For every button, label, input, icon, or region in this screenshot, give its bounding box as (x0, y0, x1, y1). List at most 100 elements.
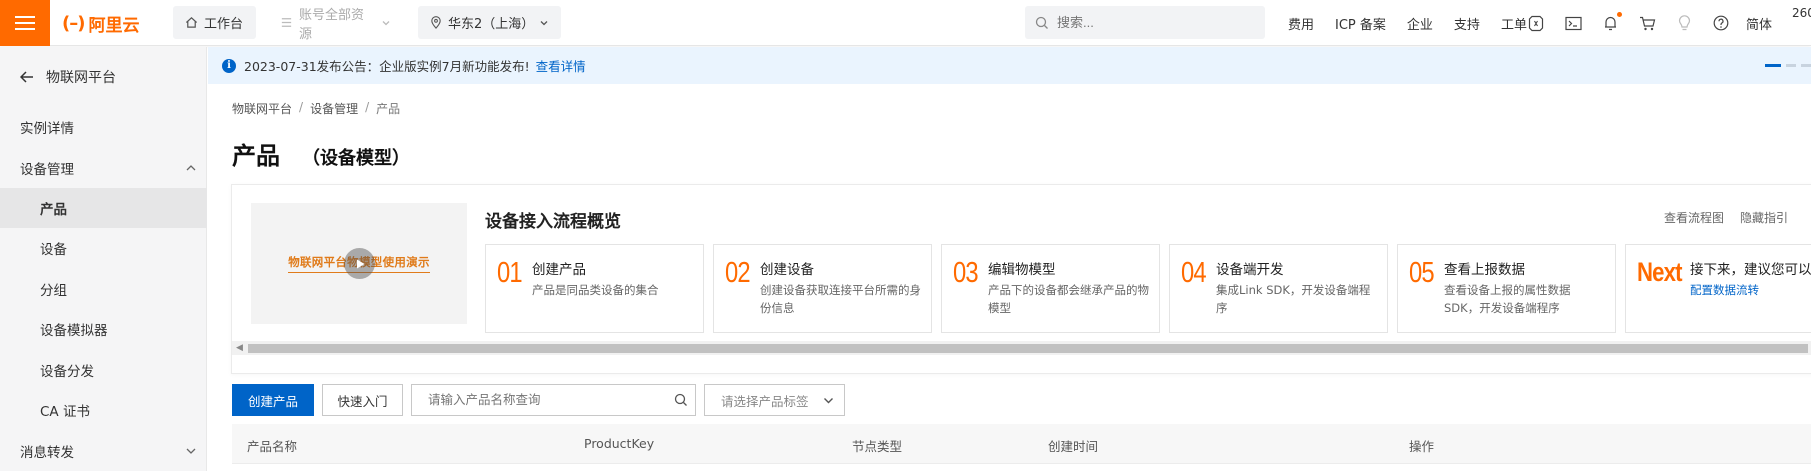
breadcrumb-iot-platform[interactable]: 物联网平台 (232, 100, 292, 117)
configure-data-forwarding-link[interactable]: 配置数据流转 (1690, 283, 1759, 297)
announcement-text: 2023-07-31发布公告：企业版实例7月新功能发布! (244, 59, 530, 74)
resource-scope-select[interactable]: 账号全部资源 (268, 6, 403, 42)
location-pin-icon (431, 16, 441, 29)
carousel-dot[interactable] (1786, 64, 1796, 67)
sidebar-item-message-forwarding[interactable]: 消息转发 (0, 431, 207, 471)
breadcrumb-separator: / (365, 100, 370, 114)
workbench-label: 工作台 (204, 17, 244, 32)
notification-bell-icon[interactable] (1601, 12, 1622, 32)
icp-filing-link[interactable]: ICP 备案 (1335, 14, 1386, 33)
arrow-left-icon (20, 71, 33, 83)
step-number: 05 (1409, 257, 1435, 289)
lightbulb-icon[interactable] (1675, 14, 1693, 32)
step-next[interactable]: Next 接下来，建议您可以 配置数据流转 (1625, 244, 1811, 333)
sidebar-item-label: 实例详情 (20, 121, 74, 137)
view-flowchart-link[interactable]: 查看流程图 (1664, 209, 1724, 226)
sidebar-item-group[interactable]: 分组 (0, 269, 207, 309)
sidebar-item-ca-certificate[interactable]: CA 证书 (0, 390, 207, 430)
aliyun-logo-icon: (–) (62, 12, 85, 34)
column-created-time: 创建时间 (1048, 439, 1099, 454)
workbench-button[interactable]: 工作台 (173, 6, 256, 39)
step-description: 产品是同品类设备的集合 (532, 283, 659, 297)
scroll-left-arrow-icon[interactable]: ◀ (236, 343, 243, 353)
search-icon (1035, 16, 1048, 29)
sidebar: 物联网平台 实例详情 设备管理 产品 设备 分组 设备模拟器 设备分发 CA 证… (0, 47, 207, 471)
breadcrumb-current: 产品 (376, 102, 401, 116)
step-description: 集成Link SDK，开发设备端程序 (1216, 283, 1371, 315)
region-select[interactable]: 华东2（上海） (418, 6, 561, 39)
ai-assistant-icon[interactable] (1527, 14, 1545, 32)
sidebar-item-device-management[interactable]: 设备管理 (0, 148, 207, 188)
hide-guide-link[interactable]: 隐藏指引 (1740, 209, 1788, 226)
support-link[interactable]: 支持 (1454, 14, 1480, 33)
step-title: 查看上报数据 (1444, 262, 1525, 278)
demo-video-thumbnail[interactable]: 物联网平台物模型使用演示 (251, 203, 467, 324)
scrollbar-thumb[interactable] (248, 344, 1808, 353)
search-icon[interactable] (674, 393, 688, 407)
quick-start-button[interactable]: 快速入门 (322, 384, 403, 416)
region-label: 华东2（上海） (448, 17, 535, 32)
page-title: 产品 (232, 142, 280, 170)
ticket-link[interactable]: 工单 (1501, 14, 1527, 33)
step-number: 03 (953, 257, 979, 289)
sidebar-item-label: 设备模拟器 (40, 323, 108, 339)
back-to-iot-platform[interactable]: 物联网平台 (20, 67, 116, 87)
chevron-down-icon (540, 20, 548, 25)
notification-dot (1617, 12, 1622, 17)
step-description: 查看设备上报的属性数据 SDK，开发设备端程序 (1444, 283, 1571, 315)
step-view-reported-data[interactable]: 05 查看上报数据 查看设备上报的属性数据 SDK，开发设备端程序 (1397, 244, 1616, 333)
create-product-button[interactable]: 创建产品 (232, 384, 314, 416)
sidebar-item-instance-details[interactable]: 实例详情 (0, 107, 207, 147)
terminal-icon[interactable] (1564, 14, 1582, 32)
menu-toggle-button[interactable] (0, 0, 50, 46)
info-icon: i (222, 58, 236, 73)
billing-link[interactable]: 费用 (1288, 14, 1314, 33)
guide-actions: 查看流程图 隐藏指引 (1664, 209, 1788, 226)
global-search[interactable] (1025, 6, 1265, 39)
global-search-input[interactable] (1057, 15, 1247, 30)
carousel-indicator[interactable] (1765, 64, 1811, 67)
sidebar-item-device-distribution[interactable]: 设备分发 (0, 350, 207, 390)
step-device-development[interactable]: 04 设备端开发 集成Link SDK，开发设备端程序 (1169, 244, 1388, 333)
announcement-details-link[interactable]: 查看详情 (536, 56, 586, 75)
top-icon-group (1527, 0, 1730, 46)
column-actions: 操作 (1409, 439, 1435, 454)
announcement-banner: i 2023-07-31发布公告：企业版实例7月新功能发布! 查看详情 (208, 47, 1811, 84)
step-number: Next (1637, 257, 1683, 287)
column-product-key: ProductKey (584, 436, 655, 451)
account-menu[interactable]: 260 (1792, 6, 1811, 20)
brand-name: 阿里云 (88, 15, 140, 36)
home-icon (185, 17, 198, 28)
step-description: 创建设备获取连接平台所需的身份信息 (760, 283, 921, 315)
sidebar-item-device[interactable]: 设备 (0, 228, 207, 268)
product-search-input[interactable] (412, 385, 662, 415)
chevron-up-icon (186, 165, 196, 171)
enterprise-link[interactable]: 企业 (1407, 14, 1433, 33)
product-tag-select[interactable]: 请选择产品标签 (704, 384, 845, 416)
play-icon[interactable] (344, 248, 375, 279)
help-icon[interactable] (1712, 14, 1730, 32)
sidebar-item-label: CA 证书 (40, 404, 90, 420)
cart-icon[interactable] (1638, 14, 1656, 32)
sidebar-item-label: 设备分发 (40, 364, 94, 380)
step-create-product[interactable]: 01 创建产品 产品是同品类设备的集合 (485, 244, 704, 333)
brand-logo[interactable]: (–) 阿里云 (62, 11, 140, 36)
language-switch[interactable]: 简体 (1746, 14, 1772, 33)
horizontal-scrollbar[interactable]: ◀ (232, 341, 1811, 355)
carousel-dot[interactable] (1801, 64, 1811, 67)
step-edit-thing-model[interactable]: 03 编辑物模型 产品下的设备都会继承产品的物模型 (941, 244, 1160, 333)
carousel-dot-active[interactable] (1765, 64, 1781, 67)
sidebar-item-product[interactable]: 产品 (0, 188, 207, 228)
sidebar-item-device-simulator[interactable]: 设备模拟器 (0, 309, 207, 349)
step-create-device[interactable]: 02 创建设备 创建设备获取连接平台所需的身份信息 (713, 244, 932, 333)
product-table-header: 产品名称 ProductKey 节点类型 创建时间 操作 (232, 424, 1811, 464)
sidebar-item-label: 产品 (40, 202, 67, 218)
breadcrumb-device-management[interactable]: 设备管理 (310, 100, 358, 117)
sidebar-item-label: 分组 (40, 283, 67, 299)
column-node-type: 节点类型 (852, 439, 903, 454)
onboarding-guide-panel: 物联网平台物模型使用演示 设备接入流程概览 查看流程图 隐藏指引 01 创建产品… (231, 184, 1811, 374)
page-subtitle: （设备模型） (302, 148, 410, 169)
top-navigation-bar: (–) 阿里云 工作台 账号全部资源 华东2（上海） 费用 ICP 备案 企业 … (0, 0, 1811, 46)
tag-select-placeholder: 请选择产品标签 (721, 393, 809, 409)
step-number: 04 (1181, 257, 1207, 289)
